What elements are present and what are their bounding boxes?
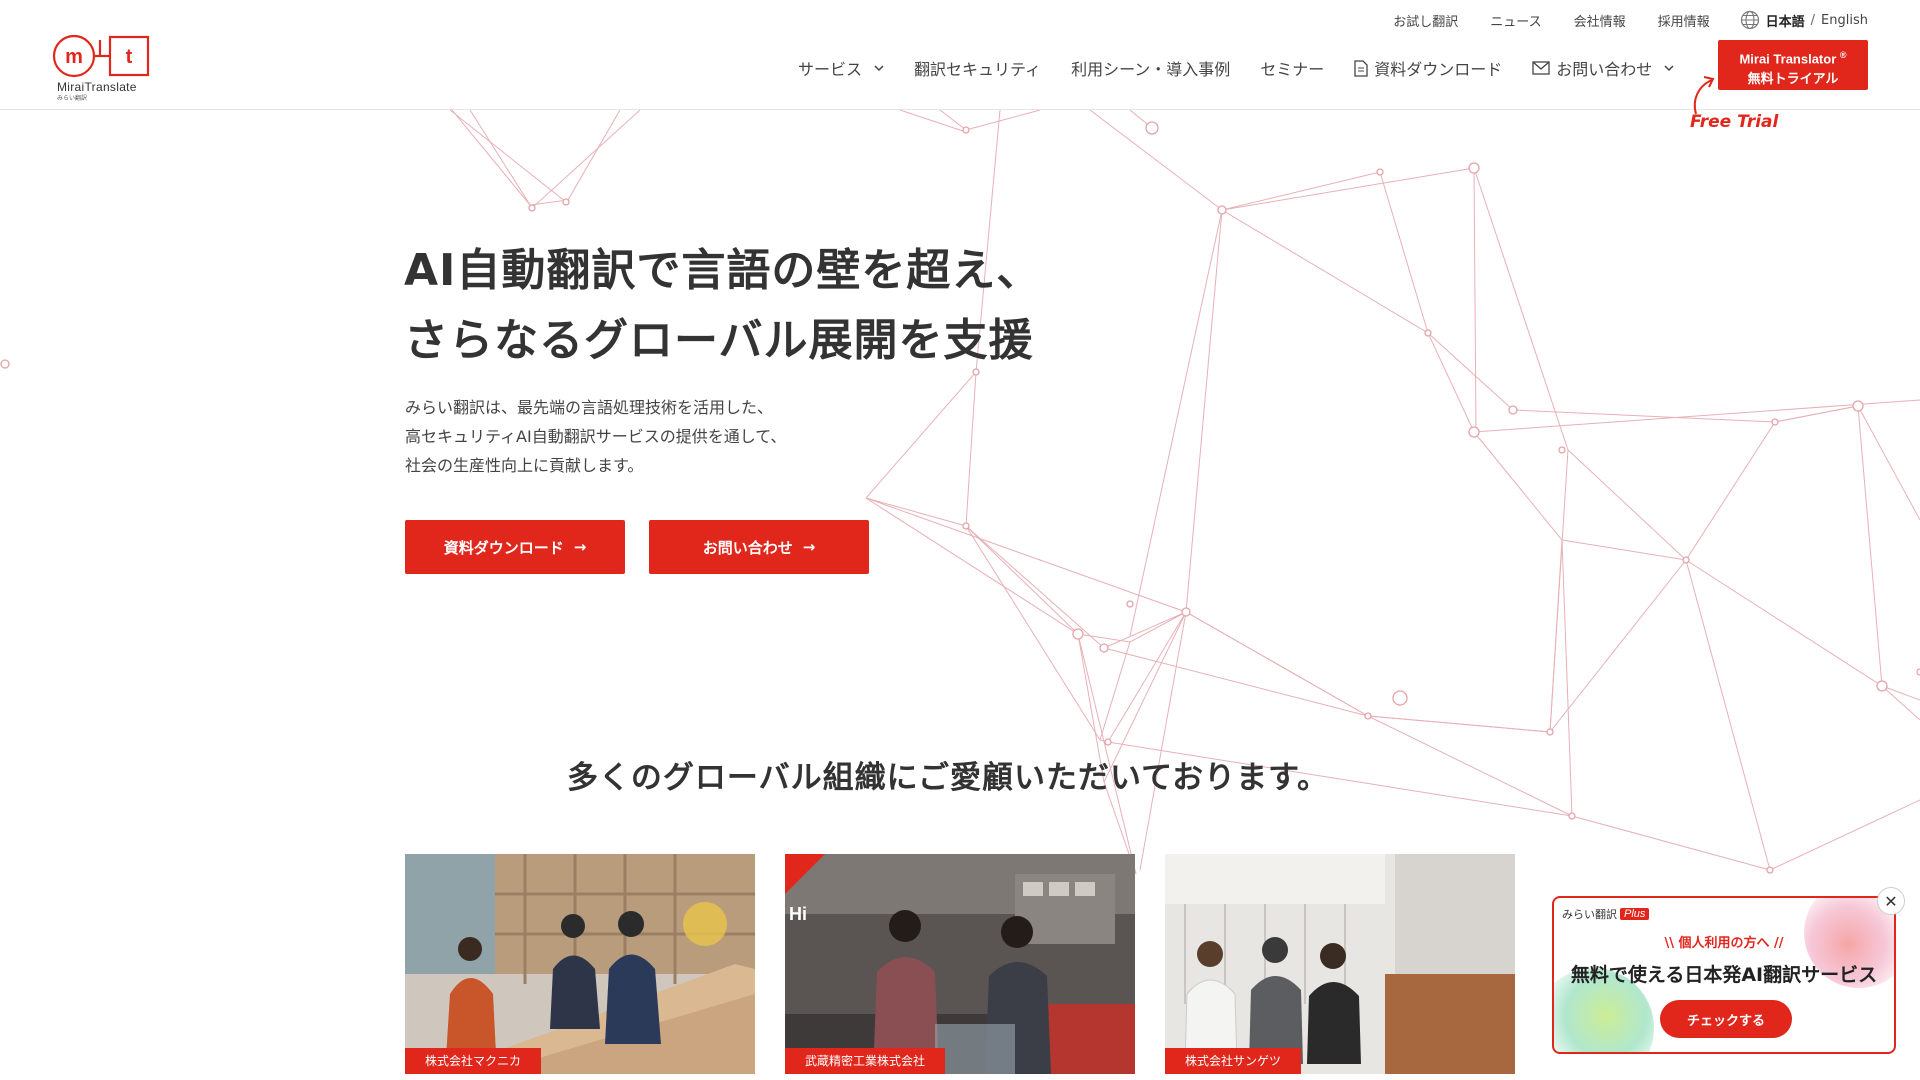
nav-services-label: サービス	[798, 60, 863, 79]
trial-button-product: Mirai Translator	[1739, 51, 1837, 67]
case-card-musashi[interactable]: Hi 武蔵精密工業株式会社	[785, 854, 1135, 1074]
popup-headline: 無料で使える日本発AI翻訳サービス	[1570, 964, 1878, 986]
nav-download-label: 資料ダウンロード	[1374, 60, 1503, 79]
case-card-macnica[interactable]: 株式会社マクニカ	[405, 854, 755, 1074]
case-photo-office-meeting	[405, 854, 755, 1074]
company-info-link[interactable]: 会社情報	[1574, 11, 1626, 30]
svg-text:Hi: Hi	[789, 904, 807, 924]
company-name-tag: 武蔵精密工業株式会社	[785, 1048, 946, 1074]
globe-icon	[1740, 10, 1759, 30]
hero-description: みらい翻訳は、最先端の言語処理技術を活用した、 高セキュリティAI自動翻訳サービ…	[405, 393, 786, 480]
case-photo-showroom: Hi	[785, 854, 1135, 1074]
nav-services[interactable]: サービス	[798, 56, 884, 80]
document-icon	[1354, 59, 1368, 77]
nav-contact-label: お問い合わせ	[1556, 60, 1653, 79]
mail-icon	[1532, 61, 1550, 75]
hero-title-line-1: AI自動翻訳で言語の壁を超え、	[404, 245, 1042, 296]
lang-japanese[interactable]: 日本語	[1766, 11, 1805, 30]
nav-contact[interactable]: お問い合わせ	[1532, 56, 1674, 80]
free-trial-button[interactable]: Mirai Translator ® 無料トライアル	[1718, 40, 1868, 90]
chevron-down-icon	[1664, 62, 1674, 75]
company-name-tag: 株式会社マクニカ	[405, 1048, 542, 1074]
promo-popup[interactable]: みらい翻訳 Plus \\ 個人利用の方へ // 無料で使える日本発AI翻訳サー…	[1552, 896, 1896, 1054]
utility-links: お試し翻訳 ニュース 会社情報 採用情報 日本語 / English	[1361, 10, 1868, 30]
hero-desc-line-1: みらい翻訳は、最先端の言語処理技術を活用した、	[405, 398, 774, 417]
company-name-tag: 株式会社サンゲツ	[1165, 1048, 1302, 1074]
logo-text: MiraiTranslate	[57, 80, 137, 94]
arrow-right-icon: →	[573, 538, 587, 556]
contact-button-label: お問い合わせ	[702, 538, 793, 557]
hero-title: AI自動翻訳で言語の壁を超え、 さらなるグローバル展開を支援	[404, 236, 1041, 376]
main-navigation: サービス 翻訳セキュリティ 利用シーン・導入事例 セミナー 資料ダウンロード お…	[798, 56, 1704, 80]
nav-security[interactable]: 翻訳セキュリティ	[914, 56, 1041, 80]
trial-translation-link[interactable]: お試し翻訳	[1393, 11, 1458, 30]
contact-button[interactable]: お問い合わせ →	[649, 520, 869, 574]
arrow-right-icon: →	[802, 538, 816, 556]
free-trial-handwritten-label: Free Trial	[1690, 112, 1779, 132]
recruit-link[interactable]: 採用情報	[1658, 11, 1710, 30]
logo-mark-icon: m t	[52, 34, 150, 78]
popup-close-icon[interactable]: ✕	[1877, 887, 1905, 915]
company-logo[interactable]: m t MiraiTranslate みらい翻訳	[52, 34, 152, 102]
popup-brand: みらい翻訳 Plus	[1562, 906, 1650, 922]
language-switcher[interactable]: 日本語 / English	[1740, 10, 1868, 30]
hero-desc-line-2: 高セキュリティAI自動翻訳サービスの提供を通して、	[405, 427, 787, 446]
hero-desc-line-3: 社会の生産性向上に貢献します。	[405, 456, 644, 475]
trial-button-label: 無料トライアル	[1747, 71, 1839, 87]
hero-title-line-2: さらなるグローバル展開を支援	[404, 315, 1034, 366]
case-photo-design-site	[1165, 854, 1515, 1074]
popup-subtitle: \\ 個人利用の方へ //	[1664, 936, 1784, 951]
site-header: m t MiraiTranslate みらい翻訳 お試し翻訳 ニュース 会社情報…	[0, 0, 1920, 110]
news-link[interactable]: ニュース	[1490, 11, 1541, 30]
nav-use-cases[interactable]: 利用シーン・導入事例	[1071, 56, 1230, 80]
svg-text:t: t	[126, 46, 133, 68]
svg-text:m: m	[65, 46, 83, 68]
clients-section-title: 多くのグローバル組織にご愛顧いただいております。	[566, 760, 1330, 796]
lang-separator: /	[1810, 12, 1816, 28]
popup-brand-name: みらい翻訳	[1562, 908, 1617, 921]
download-materials-button[interactable]: 資料ダウンロード →	[405, 520, 625, 574]
logo-subtext: みらい翻訳	[57, 95, 88, 102]
lang-english[interactable]: English	[1821, 13, 1868, 28]
nav-download[interactable]: 資料ダウンロード	[1354, 56, 1502, 80]
case-card-sangetsu[interactable]: 株式会社サンゲツ	[1165, 854, 1515, 1074]
chevron-down-icon	[874, 62, 884, 75]
download-button-label: 資料ダウンロード	[443, 538, 564, 557]
registered-mark: ®	[1839, 50, 1847, 60]
popup-check-button[interactable]: チェックする	[1660, 1000, 1792, 1038]
nav-seminar[interactable]: セミナー	[1260, 56, 1324, 80]
popup-plus-badge: Plus	[1620, 908, 1650, 920]
